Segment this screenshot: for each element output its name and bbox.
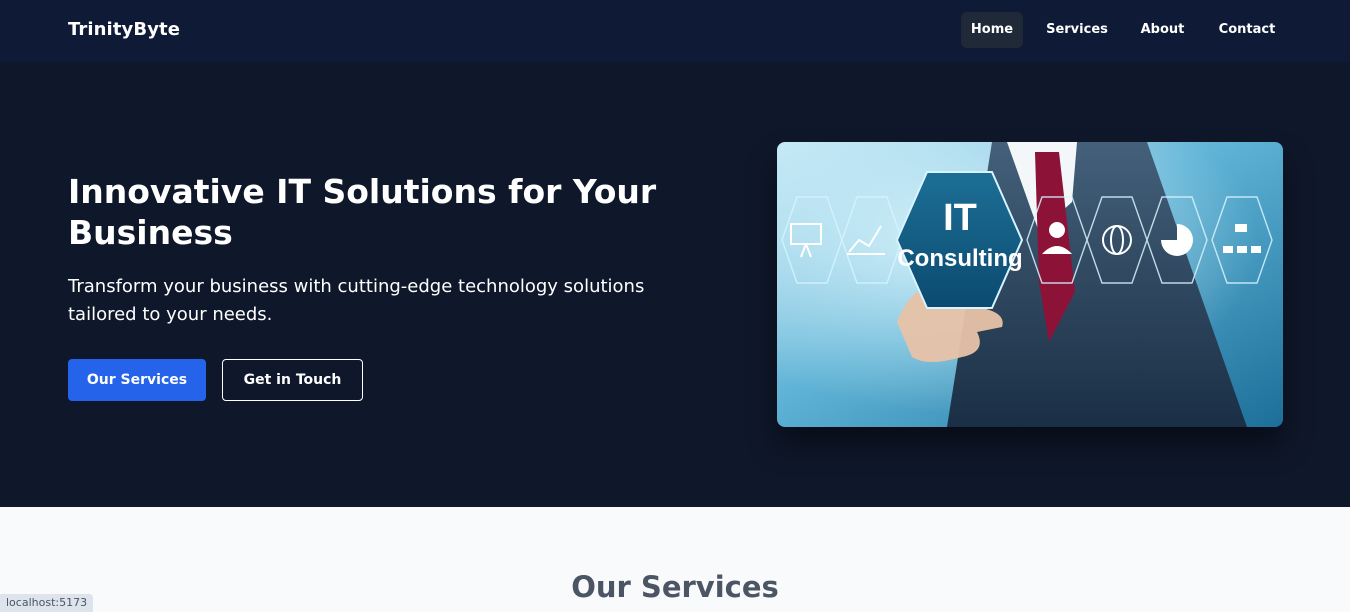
nav-link-about[interactable]: About	[1131, 12, 1194, 48]
image-consulting-text: Consulting	[897, 245, 1022, 272]
get-in-touch-button[interactable]: Get in Touch	[222, 359, 363, 401]
hero-subtitle: Transform your business with cutting-edg…	[68, 276, 645, 325]
hero-title: Innovative IT Solutions for Your Busines…	[68, 172, 657, 252]
nav-link-services[interactable]: Services	[1039, 12, 1115, 48]
our-services-button[interactable]: Our Services	[68, 359, 206, 401]
nav-link-home[interactable]: Home	[961, 12, 1023, 48]
brand-logo[interactable]: TrinityByte	[68, 19, 180, 40]
hero-section: Innovative IT Solutions for Your Busines…	[0, 62, 1350, 507]
top-navbar: TrinityByte Home Services About Contact	[0, 0, 1350, 62]
status-bar-url: localhost:5173	[0, 594, 94, 612]
nav-link-contact[interactable]: Contact	[1210, 12, 1284, 48]
services-heading: Our Services	[571, 570, 779, 604]
hero-image: IT Consulting	[777, 142, 1283, 427]
image-it-text: IT	[943, 197, 977, 239]
